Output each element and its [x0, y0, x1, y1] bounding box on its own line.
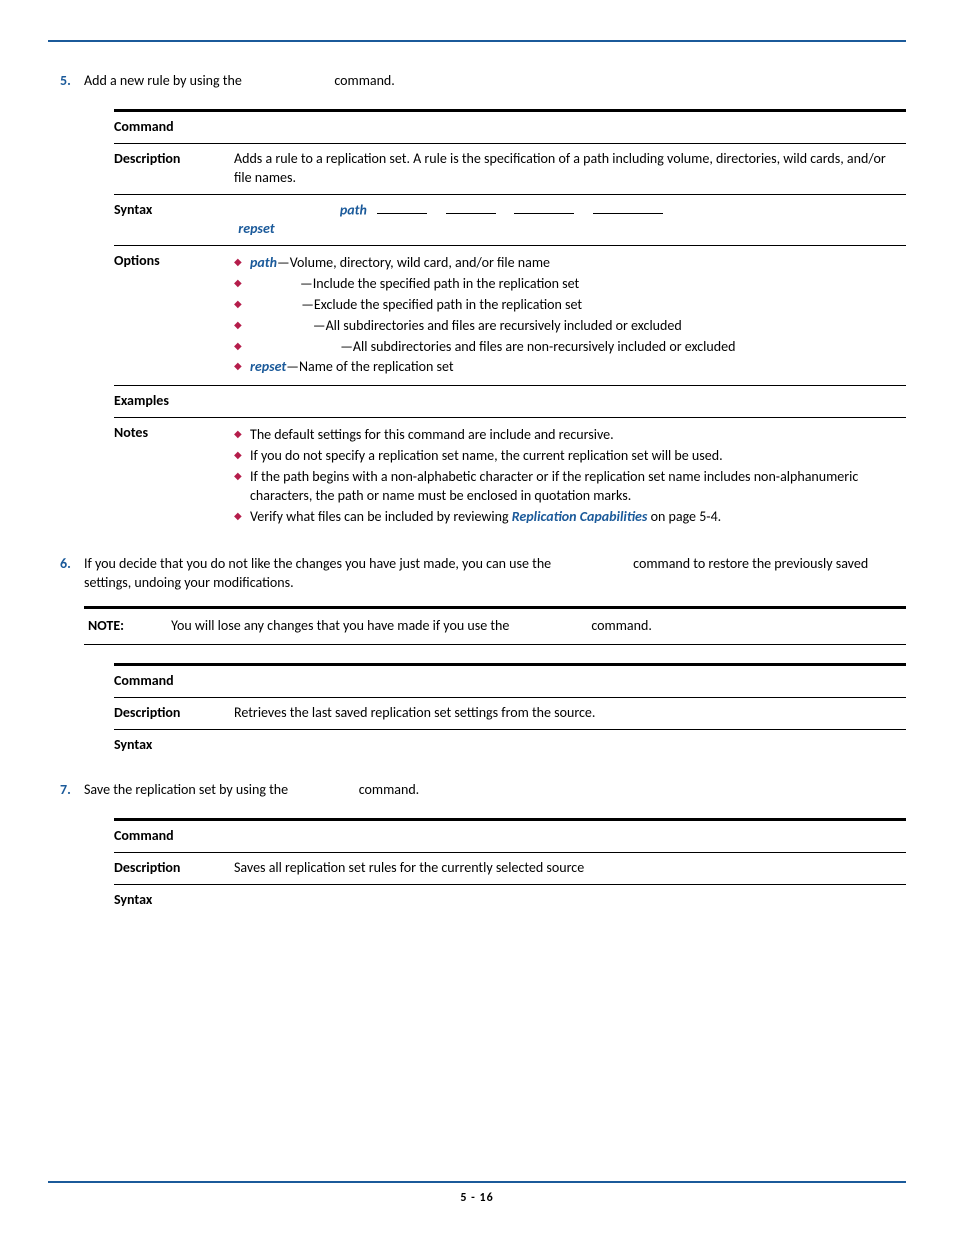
- row-label: Command: [114, 819, 234, 852]
- note-text-post: command.: [588, 617, 652, 634]
- step-text-pre: Save the replication set by using the: [84, 781, 291, 798]
- step-text-post: command.: [331, 72, 395, 89]
- page-footer: 5 - 16: [48, 1181, 906, 1205]
- row-label: Command: [114, 110, 234, 143]
- cross-ref-link[interactable]: Replication Capabilities: [512, 508, 648, 525]
- blank: [514, 201, 574, 215]
- command-example: repset rule add "e:\data": [234, 392, 376, 409]
- command-syntax: REPSET RULE ADD path [ | ] [ | ] [repset…: [234, 194, 906, 245]
- blank: [377, 201, 427, 215]
- step-5: 5. Add a new rule by using the repset ru…: [84, 72, 906, 535]
- row-label: Examples: [114, 386, 234, 418]
- step-cmd: repset rule add: [245, 72, 331, 89]
- step-text-pre: If you decide that you do not like the c…: [84, 555, 554, 572]
- command-table-repset-resync: Command REPSET RESYNC Description Retrie…: [114, 663, 906, 761]
- note-cmd: repset resync: [513, 617, 589, 634]
- command-syntax: REPSET SAVE: [234, 891, 308, 908]
- note-text-pre: You will lose any changes that you have …: [171, 617, 512, 634]
- step-text-pre: Add a new rule by using the: [84, 72, 245, 89]
- command-description: Saves all replication set rules for the …: [234, 852, 906, 884]
- row-label: Command: [114, 665, 234, 698]
- step-list: 5. Add a new rule by using the repset ru…: [48, 72, 906, 916]
- step-number: 7.: [60, 781, 71, 800]
- row-label: Notes: [114, 418, 234, 535]
- command-table-repset-save: Command REPSET SAVE Description Saves al…: [114, 818, 906, 916]
- step-cmd: repset save: [291, 781, 355, 798]
- note-box: NOTE: You will lose any changes that you…: [84, 606, 906, 645]
- row-label: Description: [114, 698, 234, 730]
- note-label: NOTE:: [88, 617, 168, 636]
- bottom-rule: [48, 1181, 906, 1183]
- step-number: 5.: [60, 72, 71, 91]
- step-cmd: repset resync: [554, 555, 630, 572]
- step-6: 6. If you decide that you do not like th…: [84, 555, 906, 761]
- row-label: Options: [114, 245, 234, 385]
- blank: [446, 201, 496, 215]
- page-number: 5 - 16: [48, 1191, 906, 1205]
- command-options: path—Volume, directory, wild card, and/o…: [234, 245, 906, 385]
- command-name: REPSET RESYNC: [234, 672, 323, 689]
- command-description: Adds a rule to a replication set. A rule…: [234, 143, 906, 194]
- row-label: Syntax: [114, 884, 234, 915]
- row-label: Syntax: [114, 194, 234, 245]
- blank: [593, 201, 663, 215]
- row-label: Description: [114, 852, 234, 884]
- top-rule: [48, 40, 906, 42]
- command-syntax: REPSET RESYNC: [234, 736, 323, 753]
- command-name: REPSET RULE ADD: [234, 118, 337, 135]
- row-label: Syntax: [114, 730, 234, 761]
- step-7: 7. Save the replication set by using the…: [84, 781, 906, 916]
- command-table-repset-rule-add: Command REPSET RULE ADD Description Adds…: [114, 109, 906, 535]
- command-name: REPSET SAVE: [234, 827, 308, 844]
- step-number: 6.: [60, 555, 71, 574]
- step-text-post: command.: [356, 781, 420, 798]
- command-notes: The default settings for this command ar…: [234, 418, 906, 535]
- row-label: Description: [114, 143, 234, 194]
- command-description: Retrieves the last saved replication set…: [234, 698, 906, 730]
